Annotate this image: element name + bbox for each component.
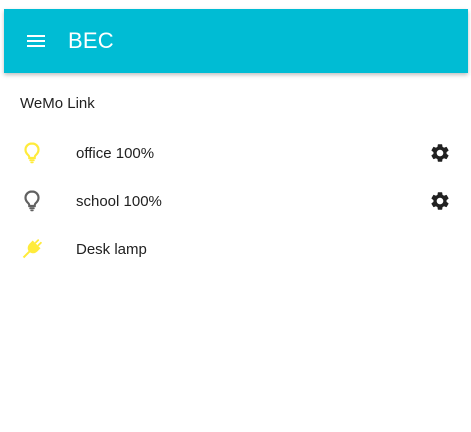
lightbulb-off-icon	[18, 187, 46, 215]
menu-button[interactable]	[24, 29, 48, 53]
device-settings-button[interactable]	[428, 141, 452, 165]
power-plug-icon	[18, 235, 46, 263]
app-title: BEC	[68, 28, 114, 53]
gear-icon	[431, 192, 449, 210]
app-bar: BEC	[4, 9, 468, 73]
device-row-school[interactable]: school 100%	[4, 181, 468, 221]
lightbulb-on-icon	[18, 139, 46, 167]
gear-icon	[431, 144, 449, 162]
menu-icon	[27, 35, 45, 47]
device-label: Desk lamp	[76, 240, 147, 258]
device-label: school 100%	[76, 192, 162, 210]
device-label: office 100%	[76, 144, 155, 162]
device-settings-button[interactable]	[428, 189, 452, 213]
device-row-desk-lamp[interactable]: Desk lamp	[4, 229, 468, 269]
app-screen: BEC WeMo Link office 100% school 100% De…	[0, 0, 471, 432]
section-title: WeMo Link	[20, 95, 95, 112]
device-row-office[interactable]: office 100%	[4, 133, 468, 173]
